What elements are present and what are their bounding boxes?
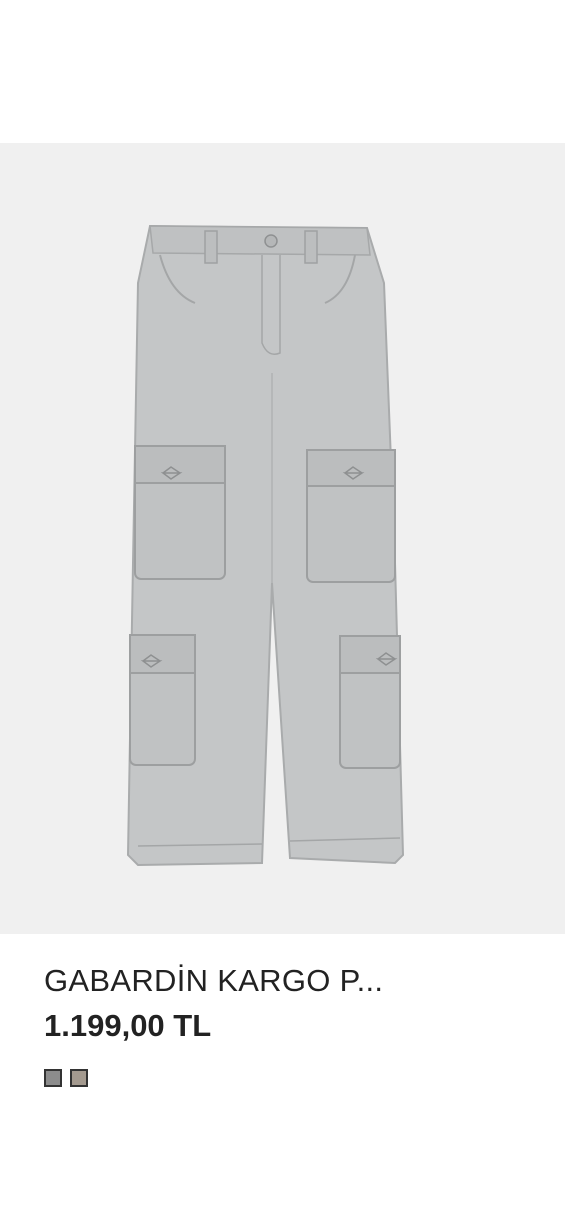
product-title[interactable]: GABARDİN KARGO P... [44, 962, 524, 1000]
product-image[interactable] [0, 143, 565, 934]
waistband [149, 225, 371, 256]
cargo-flap [134, 445, 226, 484]
waist-button [264, 234, 278, 248]
product-card[interactable]: GABARDİN KARGO P... 1.199,00 TL [0, 0, 565, 1214]
product-page: GABARDİN KARGO P... 1.199,00 TL [0, 0, 565, 1214]
belt-loop [304, 230, 318, 264]
cargo-pants-illustration [126, 224, 405, 867]
color-swatch-beige-grey[interactable] [70, 1069, 88, 1087]
color-swatch-grey[interactable] [44, 1069, 62, 1087]
belt-loop [204, 230, 218, 264]
cargo-flap [129, 634, 196, 674]
cargo-flap [339, 635, 401, 674]
product-price: 1.199,00 TL [44, 1008, 212, 1043]
color-swatches [44, 1069, 88, 1087]
